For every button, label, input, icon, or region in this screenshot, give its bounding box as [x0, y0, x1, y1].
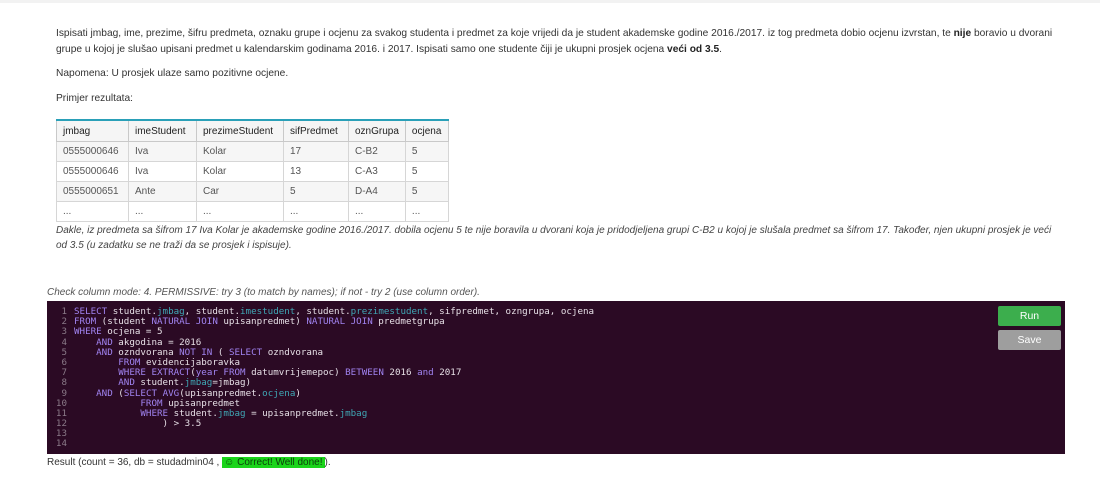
- table-cell: ...: [56, 201, 129, 222]
- line-number-gutter: 1 2 3 4 5 6 7 8 9 10 11 12 13 14: [47, 306, 67, 450]
- sql-text: ozndvorana: [262, 346, 324, 358]
- sql-keyword: and: [417, 367, 434, 379]
- query-result-status: Result (count = 36, db = studadmin04 , ☺…: [47, 457, 331, 468]
- code-line[interactable]: ) > 3.5: [74, 418, 594, 430]
- sql-text: 2017: [433, 367, 462, 379]
- table-row: 0555000646 Iva Kolar 17 C-B2 5: [56, 141, 449, 162]
- example-heading: Primjer rezultata:: [56, 92, 133, 104]
- sql-text: ) > 3.5: [74, 418, 202, 430]
- table-cell: Kolar: [196, 161, 284, 182]
- top-divider: [0, 0, 1100, 3]
- example-explanation: Dakle, iz predmeta sa šifrom 17 Iva Kola…: [56, 225, 1052, 251]
- sql-text: ): [295, 387, 301, 399]
- table-row: 0555000651 Ante Car 5 D-A4 5: [56, 181, 449, 202]
- line-number: 8: [61, 377, 67, 389]
- example-result-table: jmbag imeStudent prezimeStudent sifPredm…: [56, 119, 449, 222]
- result-suffix: ).: [324, 457, 331, 468]
- table-cell: ...: [196, 201, 284, 222]
- table-cell: D-A4: [348, 181, 406, 202]
- code-line[interactable]: [74, 439, 594, 449]
- correct-badge: ☺ Correct! Well done!: [222, 457, 325, 468]
- table-cell: 17: [283, 141, 349, 162]
- table-cell: Kolar: [196, 141, 284, 162]
- sql-text: predmetgrupa: [372, 316, 445, 328]
- code-line[interactable]: [74, 429, 594, 439]
- line-number: 14: [55, 438, 67, 450]
- sql-text: , sifpredmet, ozngrupa, ocjena: [428, 306, 595, 317]
- task-paragraph: Ispisati jmbag, ime, prezime, šifru pred…: [56, 28, 1053, 55]
- table-cell: 5: [404, 161, 449, 182]
- task-note: Napomena: U prosjek ulaze samo pozitivne…: [56, 68, 289, 79]
- column-header: ocjena: [404, 119, 449, 142]
- sql-column: jmbag: [339, 407, 368, 419]
- table-cell: 0555000651: [56, 181, 129, 202]
- table-row: 0555000646 Iva Kolar 13 C-A3 5: [56, 161, 449, 182]
- table-cell: 0555000646: [56, 141, 129, 162]
- table-cell: C-B2: [348, 141, 406, 162]
- table-cell: 5: [404, 141, 449, 162]
- sql-keyword: BETWEEN: [345, 367, 384, 379]
- table-cell: 13: [283, 161, 349, 182]
- sql-column: ocjena: [262, 387, 296, 399]
- table-cell: 5: [283, 181, 349, 202]
- sql-text: upisanpredmet): [217, 316, 307, 328]
- table-cell: ...: [404, 201, 449, 222]
- column-header: prezimeStudent: [196, 119, 284, 142]
- sql-column: jmbag: [217, 407, 246, 419]
- save-button[interactable]: Save: [998, 330, 1061, 350]
- check-column-mode: Check column mode: 4. PERMISSIVE: try 3 …: [47, 287, 480, 298]
- table-row: ... ... ... ... ... ...: [56, 201, 449, 222]
- table-cell: Iva: [128, 141, 197, 162]
- sql-code-editor[interactable]: 1 2 3 4 5 6 7 8 9 10 11 12 13 14 SELECT …: [47, 301, 1065, 454]
- table-cell: 5: [404, 181, 449, 202]
- table-cell: ...: [128, 201, 197, 222]
- sql-text: datumvrijemepoc): [245, 367, 346, 379]
- column-header: imeStudent: [128, 119, 197, 142]
- table-header-row: jmbag imeStudent prezimeStudent sifPredm…: [56, 119, 449, 142]
- table-cell: C-A3: [348, 161, 406, 182]
- table-cell: Ante: [128, 181, 197, 202]
- column-header: oznGrupa: [348, 119, 406, 142]
- result-prefix: Result (count = 36, db = studadmin04 ,: [47, 457, 223, 468]
- table-cell: Car: [196, 181, 284, 202]
- table-cell: Iva: [128, 161, 197, 182]
- task-description: Ispisati jmbag, ime, prezime, šifru pred…: [56, 26, 1056, 115]
- code-lines[interactable]: SELECT student.jmbag, student.imestudent…: [74, 306, 595, 450]
- table-cell: 0555000646: [56, 161, 129, 182]
- sql-keyword: NATURAL JOIN: [306, 316, 373, 328]
- table-cell: ...: [283, 201, 349, 222]
- sql-text: = upisanpredmet.: [245, 407, 340, 419]
- table-cell: ...: [348, 201, 406, 222]
- column-header: sifPredmet: [283, 119, 349, 142]
- sql-text: 2016: [383, 367, 418, 379]
- column-header: jmbag: [56, 119, 129, 142]
- run-button[interactable]: Run: [998, 306, 1061, 326]
